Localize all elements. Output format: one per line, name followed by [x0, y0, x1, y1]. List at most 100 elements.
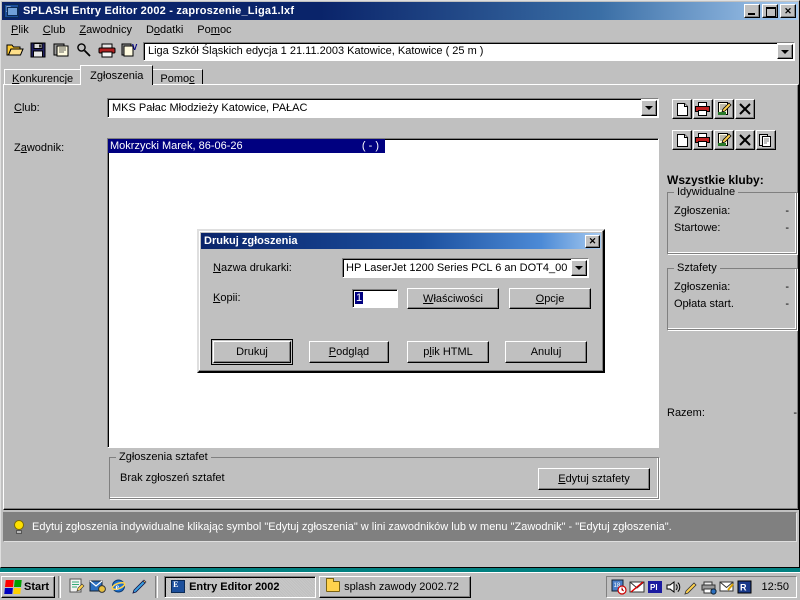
printer-combo[interactable]: HP LaserJet 1200 Series PCL 6 an DOT4_00 — [342, 258, 589, 278]
print-club-icon[interactable] — [693, 99, 713, 119]
show-desktop-icon[interactable] — [68, 578, 85, 595]
start-button-label: Start — [24, 580, 50, 593]
maximize-button[interactable] — [762, 4, 778, 18]
task-button-entry-editor[interactable]: E Entry Editor 2002 — [164, 575, 317, 598]
scheduler-icon[interactable]: 18 — [611, 579, 628, 595]
menu-label-zawodnicy: awodnicy — [86, 23, 132, 36]
internet-explorer-icon[interactable]: e — [110, 578, 127, 595]
relay-entries-groupbox: Zgłoszenia sztafet Brak zgłoszeń sztafet… — [109, 451, 659, 499]
minimize-button[interactable] — [744, 4, 760, 18]
relay-fees-label: Opłata start. — [674, 298, 734, 310]
individual-fees-row: Startowe: - — [668, 220, 796, 237]
athlete-flag: ( - ) — [361, 140, 379, 152]
task-button-label: Entry Editor 2002 — [189, 580, 280, 593]
options-button[interactable]: Opcje — [509, 288, 591, 309]
menu-item-club[interactable]: Club — [36, 23, 73, 37]
app-icon: E — [171, 580, 186, 593]
preview-button[interactable]: Podgląd — [309, 341, 389, 363]
save-icon[interactable] — [27, 40, 49, 61]
relay-empty-text: Brak zgłoszeń sztafet — [120, 472, 225, 484]
taskbar-divider — [58, 575, 62, 598]
media-player-icon[interactable] — [131, 578, 148, 595]
mail-icon[interactable] — [629, 579, 645, 595]
network-icon[interactable]: R — [737, 579, 753, 595]
menu-item-plik[interactable]: Plik — [4, 23, 36, 37]
copies-label: Kopii: — [213, 292, 241, 304]
copies-input-value: 1 — [355, 292, 364, 304]
summary-title: Wszystkie kluby: — [667, 173, 764, 187]
edit-athlete-icon[interactable] — [714, 130, 734, 150]
total-value: - — [793, 407, 797, 419]
relay-entries-title: Zgłoszenia sztafet — [116, 451, 211, 463]
volume-icon[interactable] — [665, 579, 681, 595]
close-button[interactable]: ✕ — [780, 4, 796, 18]
svg-text:R: R — [740, 582, 747, 592]
print-icon[interactable] — [96, 40, 118, 61]
chevron-down-icon[interactable] — [641, 100, 657, 116]
cancel-button[interactable]: Anuluj — [505, 341, 587, 363]
dialog-titlebar: Drukuj zgłoszenia ✕ — [201, 233, 601, 249]
folder-icon — [326, 578, 341, 592]
window-title: SPLASH Entry Editor 2002 - zaproszenie_L… — [23, 5, 295, 17]
individual-groupbox: Idywidualne Zgłoszenia: - Startowe: - — [667, 186, 797, 254]
edit-club-icon[interactable] — [714, 99, 734, 119]
quick-launch-bar: e — [64, 578, 152, 595]
taskbar: Start e E Entry Editor 2002 splash zawod… — [0, 572, 800, 600]
print-dialog: Drukuj zgłoszenia ✕ Nazwa drukarki: HP L… — [197, 229, 605, 373]
print-athlete-icon[interactable] — [693, 130, 713, 150]
tray-clock[interactable]: 12:50 — [755, 581, 792, 593]
event-combo-value: Liga Szkół Śląskich edycja 1 21.11.2003 … — [144, 43, 777, 60]
print-button[interactable]: Drukuj — [211, 339, 293, 365]
chevron-down-icon[interactable] — [777, 44, 793, 59]
delete-athlete-icon[interactable] — [735, 130, 755, 150]
application-window: SPLASH Entry Editor 2002 - zaproszenie_L… — [0, 0, 800, 568]
find-icon[interactable] — [73, 40, 95, 61]
language-icon[interactable]: Pl — [647, 579, 663, 595]
svg-text:V: V — [132, 43, 138, 52]
relays-groupbox-title: Sztafety — [674, 262, 720, 274]
menu-item-dodatki[interactable]: Dodatki — [139, 23, 190, 37]
lightbulb-icon — [12, 519, 26, 535]
task-button-label: splash zawody 2002.72 — [344, 580, 460, 593]
svg-text:Pl: Pl — [650, 583, 658, 592]
copy-athlete-icon[interactable] — [756, 130, 776, 150]
pencil-icon[interactable] — [683, 579, 699, 595]
list-item[interactable]: Mokrzycki Marek, 86-06-26 ( - ) — [108, 139, 385, 153]
properties-icon[interactable] — [50, 40, 72, 61]
close-icon[interactable]: ✕ — [585, 234, 600, 248]
verify-icon[interactable]: V — [119, 40, 141, 61]
task-button-splash-zawody[interactable]: splash zawody 2002.72 — [319, 575, 472, 598]
tab-label-zgloszenia: łoszenia — [103, 69, 144, 82]
open-folder-icon[interactable] — [4, 40, 26, 61]
html-file-button[interactable]: plik HTML — [407, 341, 489, 363]
relay-fees-value: - — [785, 298, 789, 310]
app-icon — [4, 3, 20, 19]
chevron-down-icon[interactable] — [571, 260, 587, 276]
outlook-express-icon[interactable] — [89, 578, 106, 595]
menu-bar: Plik Club Zawodnicy Dodatki Pomoc — [1, 21, 799, 38]
new-club-icon[interactable] — [672, 99, 692, 119]
menu-item-pomoc[interactable]: Pomoc — [190, 23, 238, 37]
menu-item-zawodnicy[interactable]: Zawodnicy — [72, 23, 139, 37]
tab-zgloszenia[interactable]: Zg łoszenia — [80, 65, 154, 85]
relays-groupbox: Sztafety Zgłoszenia: - Opłata start. - — [667, 262, 797, 330]
copies-input[interactable]: 1 — [352, 289, 398, 308]
start-button[interactable]: Start — [1, 575, 56, 598]
individual-entries-label: Zgłoszenia: — [674, 205, 731, 217]
cancel-button-label: Anuluj — [530, 346, 562, 358]
individual-fees-value: - — [785, 222, 789, 234]
print-button-label: Drukuj — [236, 346, 268, 358]
hint-text: Edytuj zgłoszenia indywidualne klikając … — [32, 521, 672, 533]
printer-monitor-icon[interactable] — [701, 579, 718, 595]
antivirus-icon[interactable] — [719, 579, 735, 595]
new-athlete-icon[interactable] — [672, 130, 692, 150]
club-combo-value: MKS Pałac Młodzieży Katowice, PAŁAC — [108, 99, 641, 117]
event-combo[interactable]: Liga Szkół Śląskich edycja 1 21.11.2003 … — [143, 42, 795, 61]
relay-fees-row: Opłata start. - — [668, 296, 796, 313]
individual-groupbox-title: Idywidualne — [674, 186, 739, 198]
athlete-label: Zawodnik: — [14, 142, 65, 154]
edit-relay-button[interactable]: Edytuj sztafety — [538, 468, 650, 490]
properties-button[interactable]: Właściwości — [407, 288, 499, 309]
delete-club-icon[interactable] — [735, 99, 755, 119]
club-combo[interactable]: MKS Pałac Młodzieży Katowice, PAŁAC — [107, 98, 659, 118]
